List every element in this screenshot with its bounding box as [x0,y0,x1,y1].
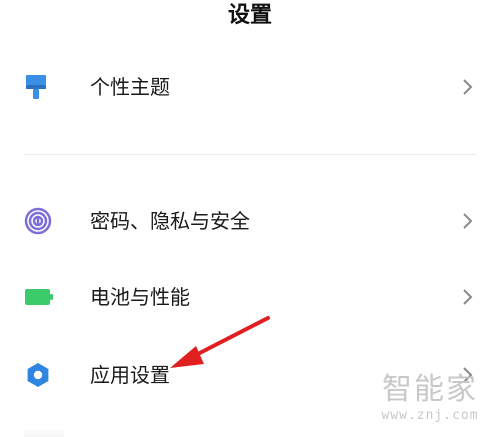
chevron-right-icon [460,209,476,233]
chevron-right-icon [460,285,476,309]
settings-item-label: 个性主题 [90,75,170,99]
next-item-sliver [24,428,64,437]
paint-brush-icon [24,73,52,101]
gear-icon [24,361,52,389]
settings-item-label: 应用设置 [90,363,170,387]
section-divider [24,154,476,155]
watermark: 智能家 www.znj.com [368,372,492,434]
settings-item-label: 密码、隐私与安全 [90,209,250,233]
settings-item-battery-performance[interactable]: 电池与性能 [0,267,500,327]
settings-item-theme[interactable]: 个性主题 [0,57,500,117]
chevron-right-icon [460,75,476,99]
settings-item-label: 电池与性能 [90,285,190,309]
watermark-url: www.znj.com [381,408,479,423]
settings-item-privacy-security[interactable]: 密码、隐私与安全 [0,191,500,251]
watermark-text: 智能家 [382,372,478,407]
fingerprint-icon [24,207,52,235]
battery-icon [24,283,53,311]
page-title: 设置 [227,3,272,28]
